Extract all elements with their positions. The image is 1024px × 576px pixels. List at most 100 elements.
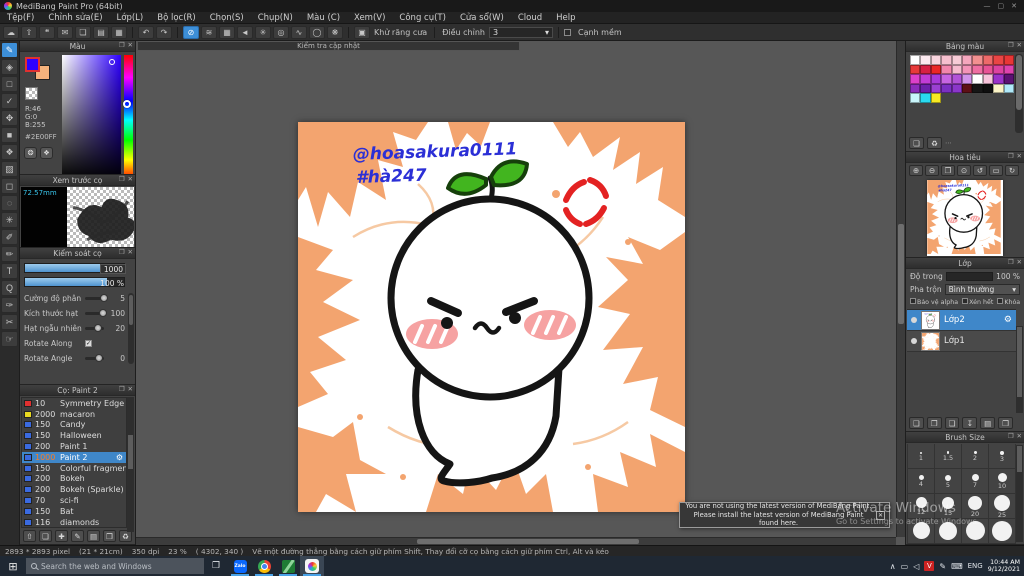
param-knob[interactable] [98, 309, 107, 317]
brush-size-option[interactable] [962, 519, 989, 544]
message-icon[interactable]: ✉ [57, 25, 73, 39]
layer-settings-gear-icon[interactable]: ⚙ [1004, 315, 1016, 325]
close-panel-icon[interactable]: ✕ [1017, 258, 1022, 266]
brush-item-10[interactable]: 150 Bat [22, 506, 126, 517]
edit-brush-icon[interactable]: ✎ [71, 530, 84, 542]
rotate-right-icon[interactable]: ↻ [1005, 165, 1019, 176]
palette-swatch-23[interactable] [941, 74, 952, 84]
menu-item-8[interactable]: Công cụ(T) [392, 13, 453, 23]
operation-tool[interactable]: ✓ [1, 93, 18, 109]
close-panel-icon[interactable]: ✕ [1017, 432, 1022, 440]
speaker-icon[interactable]: ◁ [913, 562, 919, 571]
palette-swatch-42[interactable] [930, 93, 942, 103]
float-panel-icon[interactable]: ❐ [1008, 41, 1014, 49]
palette-swatch-11[interactable] [920, 64, 931, 74]
brush-folder-icon[interactable]: ▤ [87, 530, 100, 542]
palette-mode-icon[interactable]: ❂ [24, 147, 37, 159]
menu-item-9[interactable]: Cửa sổ(W) [453, 13, 511, 23]
copy-layer-icon[interactable]: ❒ [998, 417, 1013, 429]
float-panel-icon[interactable]: ❐ [1008, 432, 1014, 440]
brush-item-7[interactable]: 200 Bokeh [22, 474, 126, 485]
palette-swatch-1[interactable] [920, 55, 931, 65]
palette-swatch-0[interactable] [910, 55, 921, 65]
antialias-icon[interactable]: ▣ [354, 25, 370, 39]
copy-brush-icon[interactable]: ❒ [103, 530, 116, 542]
brush-size-slider[interactable]: 1000 [24, 263, 126, 274]
canvas-area[interactable]: Kiểm tra cập nhật [136, 41, 905, 545]
divide-tool[interactable]: ✂ [1, 314, 18, 330]
palette-swatch-14[interactable] [951, 64, 962, 74]
palette-scrollbar[interactable] [1015, 54, 1023, 133]
taskbar-app-chrome[interactable] [252, 556, 276, 576]
param-knob[interactable] [99, 294, 108, 302]
fit-screen-icon[interactable]: ❐ [941, 165, 955, 176]
palette-swatch-6[interactable] [972, 55, 983, 65]
parallel-snap-icon[interactable]: ≋ [201, 25, 217, 39]
snap-settings-icon[interactable]: ❋ [327, 25, 343, 39]
layer-row-Lớp1[interactable]: Lớp1 [907, 331, 1016, 352]
layer-visibility-icon[interactable] [911, 317, 917, 323]
brush-size-option[interactable]: 20 [962, 494, 989, 519]
menu-item-11[interactable]: Help [549, 13, 582, 23]
start-button[interactable]: ⊞ [0, 556, 26, 576]
palette-swatch-35[interactable] [961, 83, 973, 93]
palette-swatch-19[interactable] [1003, 64, 1014, 74]
brush-size-option[interactable] [989, 519, 1016, 544]
float-panel-icon[interactable]: ❐ [119, 248, 125, 256]
zoom-out-icon[interactable]: ⊖ [925, 165, 939, 176]
add-brush-icon[interactable]: ✚ [55, 530, 68, 542]
select-eraser-tool[interactable]: ✏ [1, 246, 18, 262]
brush-item-4[interactable]: 200 Paint 1 [22, 441, 126, 452]
fill-rect-tool[interactable]: ■ [1, 127, 18, 143]
undo-icon[interactable]: ↶ [138, 25, 154, 39]
zoom-reset-icon[interactable]: ⊙ [957, 165, 971, 176]
text-tool[interactable]: T [1, 263, 18, 279]
param-slider[interactable] [85, 324, 104, 332]
navigator-thumbnail[interactable] [927, 180, 1003, 256]
palette-swatch-20[interactable] [910, 74, 921, 84]
radial-snap-icon[interactable]: ✳ [255, 25, 271, 39]
param-slider[interactable] [85, 294, 108, 302]
lasso-tool[interactable]: ◌ [1, 195, 18, 211]
close-panel-icon[interactable]: ✕ [1017, 41, 1022, 49]
menu-item-6[interactable]: Màu (C) [300, 13, 347, 23]
brush-size-option[interactable]: 4 [908, 469, 935, 494]
close-panel-icon[interactable]: ✕ [1017, 152, 1022, 160]
merge-layer-icon[interactable]: ↧ [962, 417, 978, 429]
redo-icon[interactable]: ↷ [156, 25, 172, 39]
cross-snap-icon[interactable]: ▦ [219, 25, 235, 39]
hue-slider[interactable] [123, 55, 133, 174]
taskbar-clock[interactable]: 10:44 AM 9/12/2021 [988, 559, 1020, 573]
brush-item-1[interactable]: 2000 macaron [22, 409, 126, 420]
new-brush-icon[interactable]: ❏ [39, 530, 52, 542]
delete-color-icon[interactable]: ♻ [927, 137, 942, 149]
palette-swatch-27[interactable] [982, 74, 994, 84]
palette-swatch-29[interactable] [1003, 74, 1014, 84]
select-tool[interactable]: ◻ [1, 178, 18, 194]
menu-item-2[interactable]: Lớp(L) [110, 13, 151, 23]
primary-color-swatch[interactable] [25, 57, 40, 72]
taskbar-search[interactable]: Search the web and Windows [26, 558, 204, 574]
rotate-left-icon[interactable]: ↺ [973, 165, 987, 176]
palette-swatch-30[interactable] [910, 83, 921, 93]
brush-size-option[interactable]: 25 [989, 494, 1016, 519]
comment-icon[interactable]: ❝ [39, 25, 55, 39]
saturation-value-picker[interactable] [61, 55, 122, 174]
palette-swatch-9[interactable] [1003, 55, 1014, 65]
layer-row-Lớp2[interactable]: Lớp2 ⚙ [907, 310, 1016, 331]
brush-item-11[interactable]: 116 diamonds [22, 517, 126, 527]
palette-swatch-24[interactable] [951, 74, 962, 84]
brush-size-option[interactable] [935, 519, 962, 544]
soft-edge-checkbox[interactable] [563, 28, 571, 36]
palette-swatch-4[interactable] [951, 55, 962, 65]
checkbox-icon[interactable] [997, 298, 1004, 304]
taskbar-app-medibang[interactable] [300, 556, 324, 576]
grid-icon[interactable]: ▦ [111, 25, 127, 39]
brush-size-option[interactable]: 15 [935, 494, 962, 519]
zoom-in-icon[interactable]: ⊕ [909, 165, 923, 176]
update-check-bar[interactable]: Kiểm tra cập nhật [137, 41, 520, 51]
keyboard-icon[interactable]: ⌨ [951, 562, 963, 571]
brush-item-2[interactable]: 150 Candy [22, 420, 126, 431]
magic-wand-tool[interactable]: ✳ [1, 212, 18, 228]
checkbox-icon[interactable] [910, 298, 916, 304]
